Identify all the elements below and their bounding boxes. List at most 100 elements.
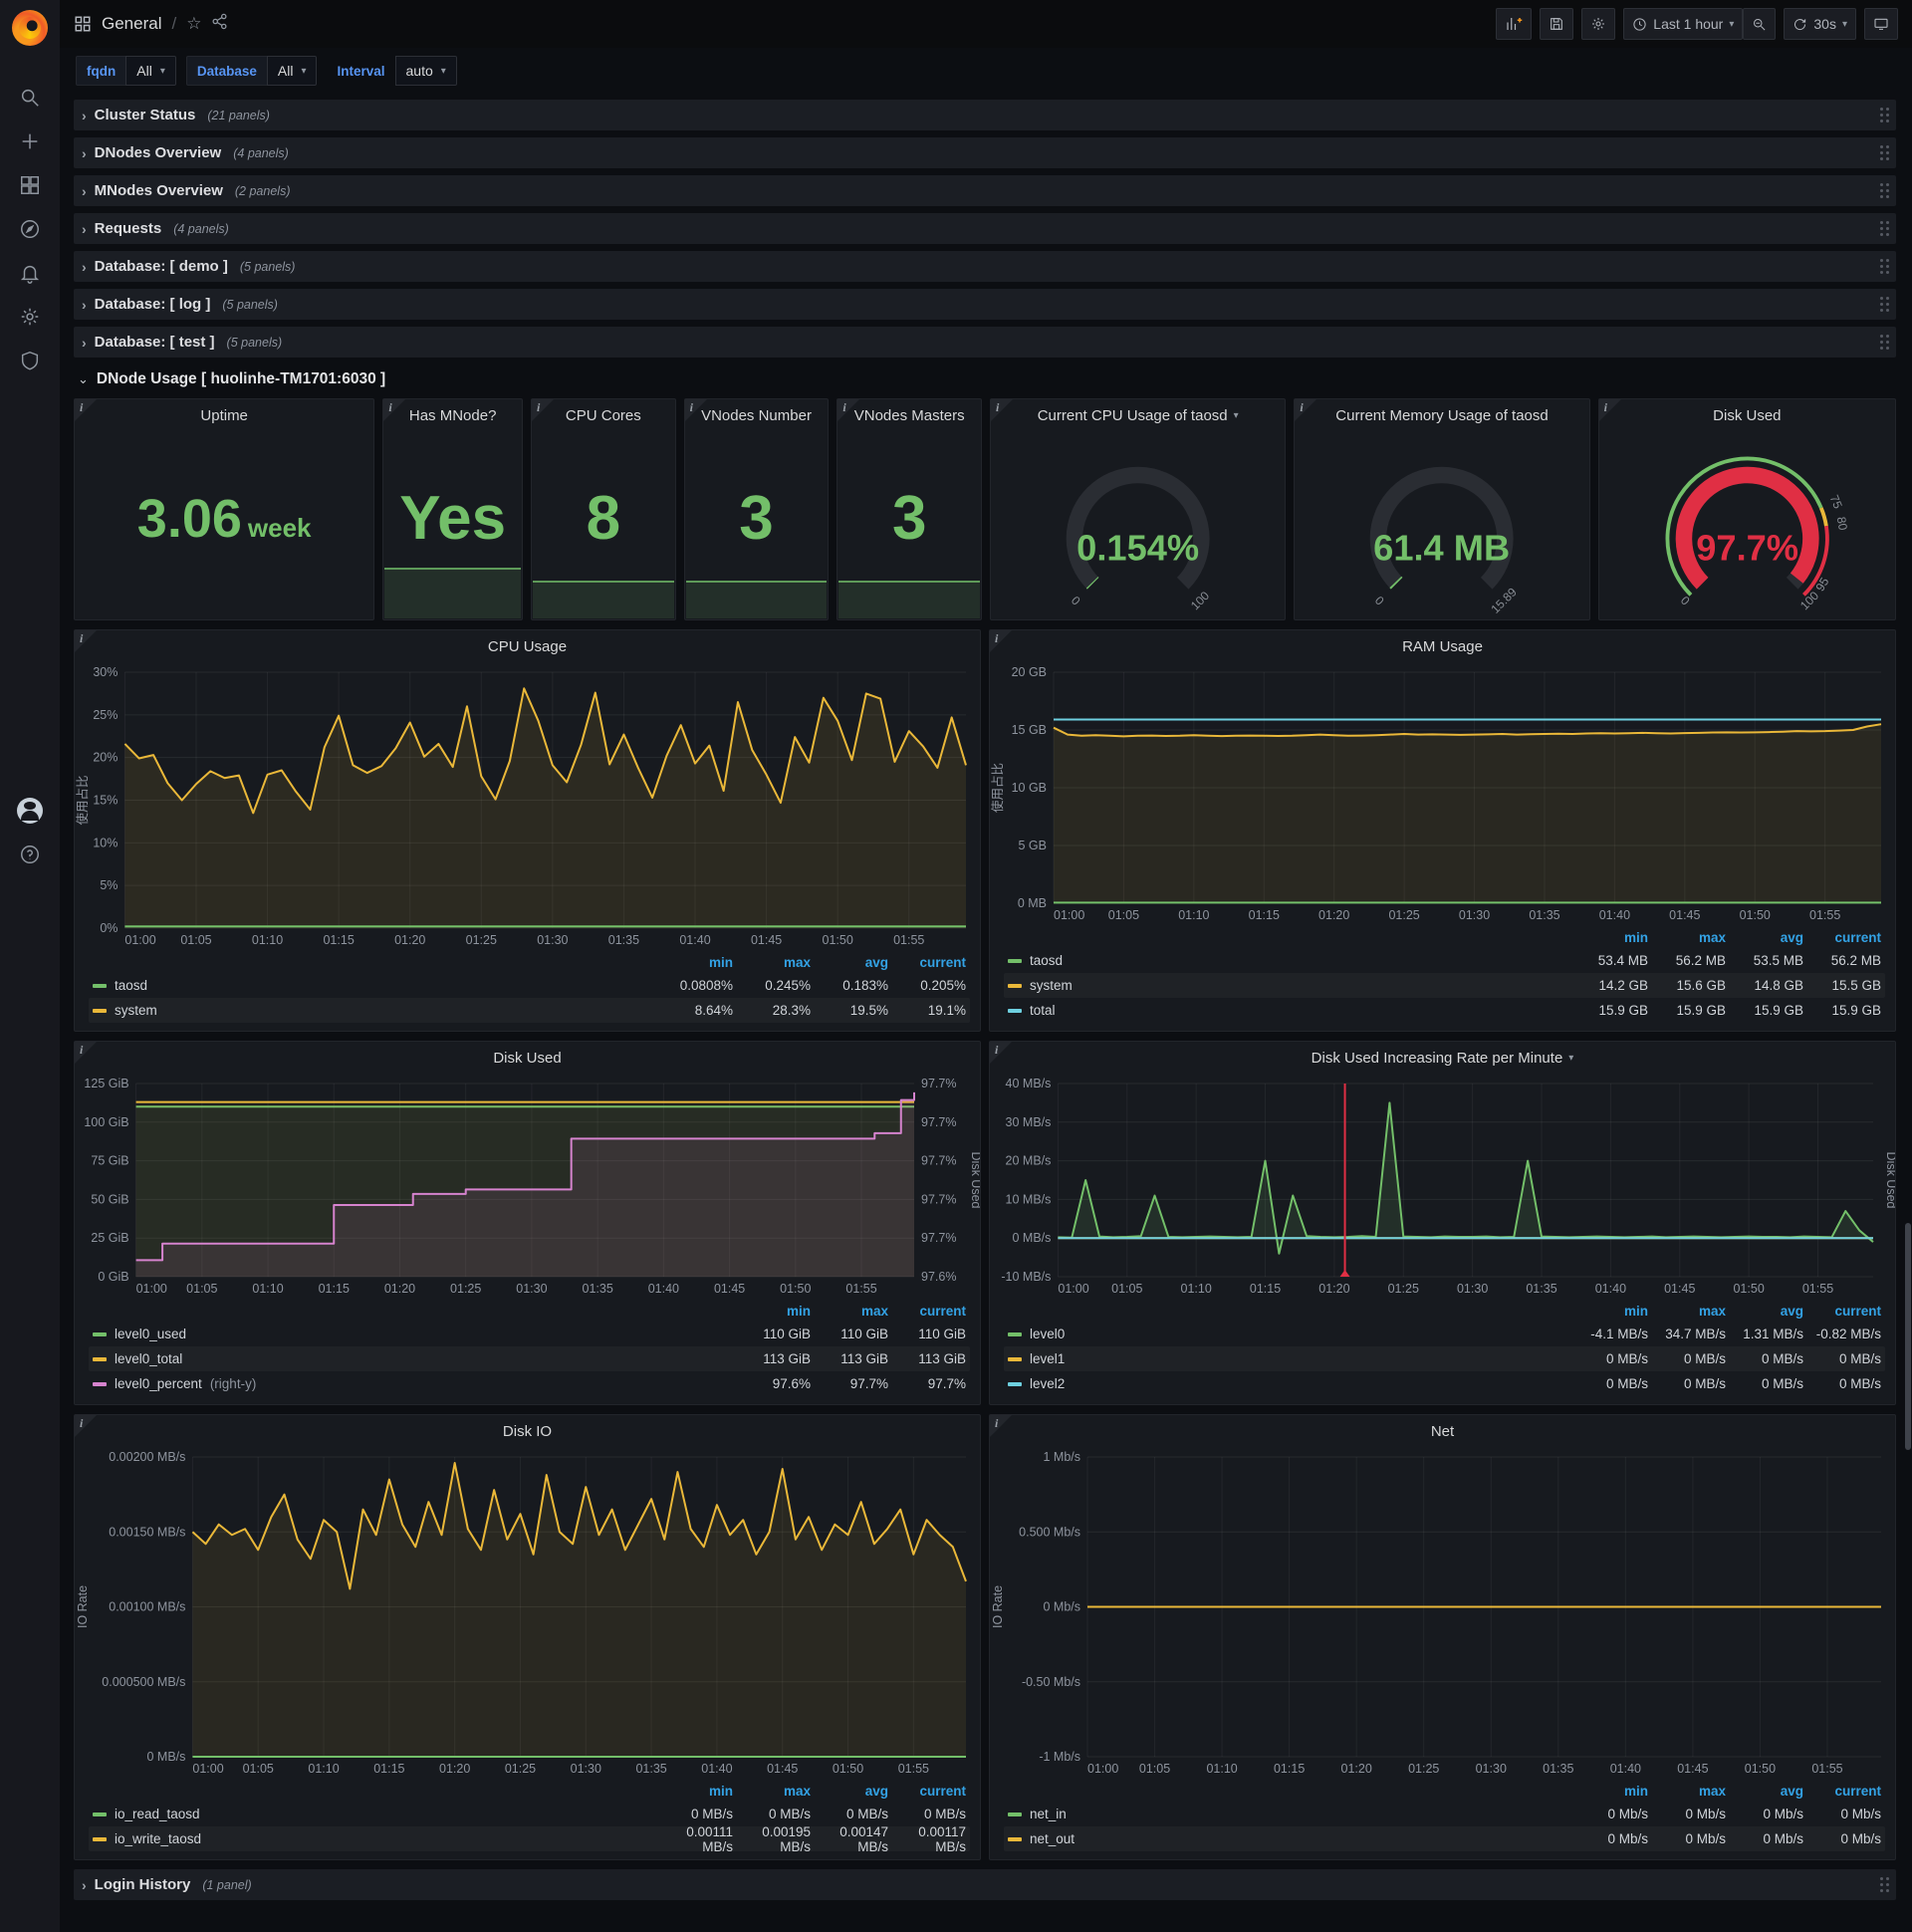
- legend-series-system[interactable]: system: [93, 1003, 655, 1018]
- legend-column-max[interactable]: max: [1648, 1304, 1726, 1319]
- panel-info-corner[interactable]: [1598, 399, 1621, 421]
- legend-series-io_write_taosd[interactable]: io_write_taosd: [93, 1831, 655, 1846]
- info-icon[interactable]: i: [537, 400, 540, 415]
- panel-info-corner[interactable]: [75, 1042, 97, 1064]
- panel-info-corner[interactable]: [1295, 399, 1317, 421]
- row-collapsed-5[interactable]: › Database: [ log ] (5 panels): [74, 289, 1896, 320]
- row-drag-handle[interactable]: [1880, 220, 1890, 237]
- legend-series-net_in[interactable]: net_in: [1008, 1807, 1570, 1821]
- panel-info-corner[interactable]: [990, 1042, 1012, 1064]
- panel-info-corner[interactable]: [75, 399, 97, 421]
- legend-column-avg[interactable]: avg: [1726, 930, 1803, 945]
- info-icon[interactable]: i: [842, 400, 845, 415]
- chart-svg[interactable]: 0 GiB 97.6% 25 GiB 97.7% 50 GiB 97.7% 75 GiB 97…: [75, 1074, 980, 1299]
- row-collapsed-6[interactable]: › Database: [ test ] (5 panels): [74, 327, 1896, 358]
- legend-column-max[interactable]: max: [733, 955, 811, 970]
- legend-column-avg[interactable]: avg: [811, 1784, 888, 1799]
- explore-compass-icon[interactable]: [0, 207, 60, 251]
- info-icon[interactable]: i: [995, 631, 998, 646]
- chart-plot-area[interactable]: -1 Mb/s -0.50 Mb/s 0 Mb/s 0.500 Mb/s 1 Mb/s 0…: [990, 1447, 1895, 1779]
- panel-info-corner[interactable]: [532, 399, 554, 421]
- panel-info-corner[interactable]: [75, 1415, 97, 1437]
- panel-header[interactable]: Disk IO: [75, 1415, 980, 1447]
- chart-plot-area[interactable]: 0% 5% 10% 15% 20% 25% 30% 01:00 01:05 01:10 01:15 0…: [75, 662, 980, 950]
- refresh-button[interactable]: 30s ▾: [1784, 8, 1856, 40]
- cycle-view-mode-button[interactable]: [1864, 8, 1898, 40]
- panel-header[interactable]: Disk Used Increasing Rate per Minute ▾: [990, 1042, 1895, 1074]
- legend-column-current[interactable]: current: [1803, 1784, 1881, 1799]
- panel-header[interactable]: CPU Usage: [75, 630, 980, 662]
- row-drag-handle[interactable]: [1880, 144, 1890, 161]
- legend-column-max[interactable]: max: [1648, 1784, 1726, 1799]
- info-icon[interactable]: i: [80, 400, 83, 415]
- row-drag-handle[interactable]: [1880, 182, 1890, 199]
- create-plus-icon[interactable]: [0, 120, 60, 163]
- legend-column-avg[interactable]: avg: [1726, 1304, 1803, 1319]
- chart-plot-area[interactable]: 0 MB 5 GB 10 GB 15 GB 20 GB 01:00 01:05 01:10 01…: [990, 662, 1895, 925]
- legend-series-io_read_taosd[interactable]: io_read_taosd: [93, 1807, 655, 1821]
- panel-info-corner[interactable]: [991, 399, 1014, 421]
- legend-column-min[interactable]: min: [1570, 930, 1648, 945]
- share-icon[interactable]: [211, 13, 228, 35]
- legend-series-level0_used[interactable]: level0_used: [93, 1327, 733, 1341]
- panel-info-corner[interactable]: [383, 399, 406, 421]
- user-avatar[interactable]: [0, 789, 60, 833]
- row-drag-handle[interactable]: [1880, 107, 1890, 123]
- panel-menu-chevron-icon[interactable]: ▾: [1234, 410, 1239, 421]
- legend-series-taosd[interactable]: taosd: [1008, 953, 1570, 968]
- panel-header[interactable]: Disk Used: [1599, 399, 1895, 431]
- row-drag-handle[interactable]: [1880, 258, 1890, 275]
- chart-svg[interactable]: -10 MB/s 0 MB/s 10 MB/s 20 MB/s 30 MB/s 40 MB…: [990, 1074, 1895, 1299]
- row-drag-handle[interactable]: [1880, 296, 1890, 313]
- star-icon[interactable]: ☆: [186, 14, 201, 34]
- time-range-picker[interactable]: Last 1 hour ▾: [1623, 8, 1744, 40]
- chart-plot-area[interactable]: 0 MB/s 0.000500 MB/s 0.00100 MB/s 0.00150 M…: [75, 1447, 980, 1779]
- legend-column-avg[interactable]: avg: [811, 955, 888, 970]
- save-dashboard-button[interactable]: [1540, 8, 1574, 40]
- row-login-history[interactable]: › Login History (1 panel): [74, 1869, 1896, 1900]
- legend-column-current[interactable]: current: [888, 955, 966, 970]
- panel-header[interactable]: Current CPU Usage of taosd ▾: [991, 399, 1285, 431]
- panel-header[interactable]: RAM Usage: [990, 630, 1895, 662]
- chart-svg[interactable]: -1 Mb/s -0.50 Mb/s 0 Mb/s 0.500 Mb/s 1 Mb/s 0…: [990, 1447, 1895, 1779]
- row-dnode-usage[interactable]: ⌄ DNode Usage [ huolinhe-TM1701:6030 ]: [74, 364, 1896, 394]
- page-scrollbar[interactable]: [1905, 1223, 1911, 1450]
- legend-column-current[interactable]: current: [1803, 930, 1881, 945]
- row-drag-handle[interactable]: [1880, 334, 1890, 351]
- breadcrumb-section[interactable]: General: [102, 14, 161, 34]
- legend-series-level1[interactable]: level1: [1008, 1351, 1570, 1366]
- legend-series-net_out[interactable]: net_out: [1008, 1831, 1570, 1846]
- row-collapsed-3[interactable]: › Requests (4 panels): [74, 213, 1896, 244]
- add-panel-button[interactable]: [1496, 8, 1533, 40]
- variable-value-database[interactable]: All ▾: [266, 56, 318, 86]
- legend-series-taosd[interactable]: taosd: [93, 978, 655, 993]
- panel-info-corner[interactable]: [684, 399, 707, 421]
- chart-svg[interactable]: 0% 5% 10% 15% 20% 25% 30% 01:00 01:05 01:10 01:15 0…: [75, 662, 980, 950]
- legend-column-current[interactable]: current: [888, 1304, 966, 1319]
- grafana-logo-icon[interactable]: [12, 10, 48, 46]
- dashboards-icon[interactable]: [0, 163, 60, 207]
- legend-column-max[interactable]: max: [1648, 930, 1726, 945]
- chart-plot-area[interactable]: -10 MB/s 0 MB/s 10 MB/s 20 MB/s 30 MB/s 40 MB…: [990, 1074, 1895, 1299]
- chart-plot-area[interactable]: 0 GiB 97.6% 25 GiB 97.7% 50 GiB 97.7% 75 GiB 97…: [75, 1074, 980, 1299]
- info-icon[interactable]: i: [1300, 400, 1303, 415]
- row-collapsed-2[interactable]: › MNodes Overview (2 panels): [74, 175, 1896, 206]
- legend-series-level0_percent[interactable]: level0_percent (right-y): [93, 1376, 733, 1391]
- info-icon[interactable]: i: [1604, 400, 1607, 415]
- panel-menu-chevron-icon[interactable]: ▾: [1568, 1053, 1573, 1064]
- info-icon[interactable]: i: [80, 631, 83, 646]
- info-icon[interactable]: i: [995, 1416, 998, 1431]
- legend-column-max[interactable]: max: [811, 1304, 888, 1319]
- variable-value-fqdn[interactable]: All ▾: [125, 56, 176, 86]
- legend-column-avg[interactable]: avg: [1726, 1784, 1803, 1799]
- panel-header[interactable]: Disk Used: [75, 1042, 980, 1074]
- legend-column-min[interactable]: min: [733, 1304, 811, 1319]
- info-icon[interactable]: i: [80, 1416, 83, 1431]
- info-icon[interactable]: i: [995, 1043, 998, 1058]
- legend-series-level0[interactable]: level0: [1008, 1327, 1570, 1341]
- info-icon[interactable]: i: [996, 400, 999, 415]
- server-admin-shield-icon[interactable]: [0, 339, 60, 382]
- panel-info-corner[interactable]: [837, 399, 860, 421]
- chart-svg[interactable]: 0 MB 5 GB 10 GB 15 GB 20 GB 01:00 01:05 01:10 01…: [990, 662, 1895, 925]
- info-icon[interactable]: i: [690, 400, 693, 415]
